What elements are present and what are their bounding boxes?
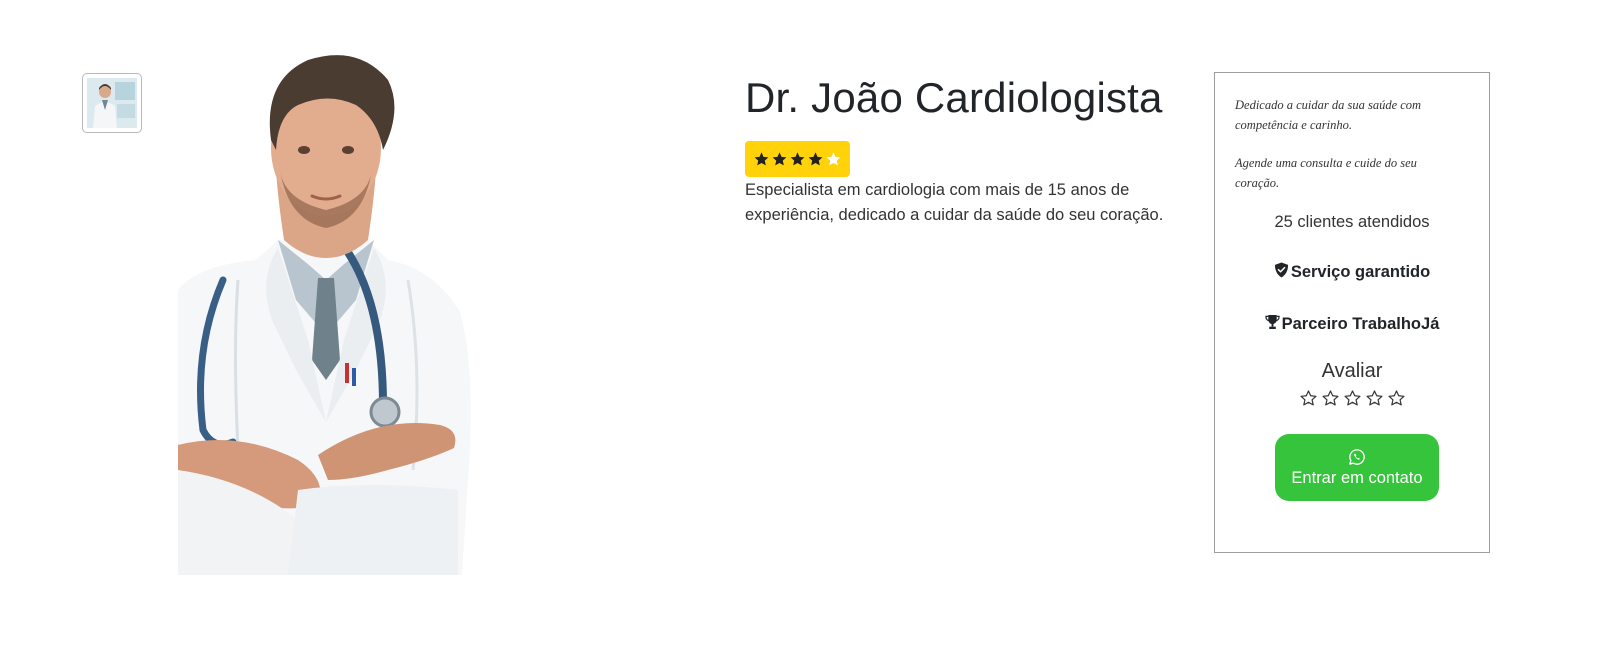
tagline-care: Dedicado a cuidar da sua saúde com compe…: [1235, 98, 1422, 132]
doctor-thumbnail-image: [87, 78, 137, 128]
star-filled-icon: [772, 151, 787, 165]
clients-count: 25 clientes atendidos: [1274, 213, 1430, 231]
rate-star-4-icon[interactable]: [1365, 389, 1384, 408]
star-filled-icon: [808, 151, 823, 165]
star-filled-icon: [790, 151, 805, 165]
profile-description: Especialista em cardiologia com mais de …: [745, 181, 1164, 224]
shield-check-icon: [1274, 262, 1288, 278]
rate-star-3-icon[interactable]: [1343, 389, 1362, 408]
trophy-icon: [1264, 314, 1280, 330]
feature-partner-label: Parceiro TrabalhoJá: [1281, 315, 1440, 333]
feature-partner: Parceiro TrabalhoJá: [1215, 314, 1489, 334]
gallery-thumbnail[interactable]: [82, 73, 142, 133]
contact-button-label: Entrar em contato: [1291, 468, 1423, 487]
rate-star-1-icon[interactable]: [1299, 389, 1318, 408]
rating-badge: [745, 141, 850, 177]
feature-guaranteed: Serviço garantido: [1215, 262, 1489, 282]
contact-button[interactable]: Entrar em contato: [1275, 434, 1439, 501]
star-empty-icon: [826, 151, 841, 165]
feature-guaranteed-label: Serviço garantido: [1290, 263, 1431, 281]
rate-star-5-icon[interactable]: [1387, 389, 1406, 408]
whatsapp-icon: [1349, 448, 1365, 465]
star-filled-icon: [754, 151, 769, 165]
rate-star-2-icon[interactable]: [1321, 389, 1340, 408]
contact-card: Dedicado a cuidar da sua saúde com compe…: [1214, 72, 1490, 553]
page-title: Dr. João Cardiologista: [745, 74, 1163, 121]
rate-stars: [1215, 389, 1489, 408]
rate-label: Avaliar: [1321, 360, 1383, 382]
tagline-appointment: Agende uma consulta e cuide do seu coraç…: [1235, 156, 1417, 190]
doctor-photo: [178, 50, 473, 575]
